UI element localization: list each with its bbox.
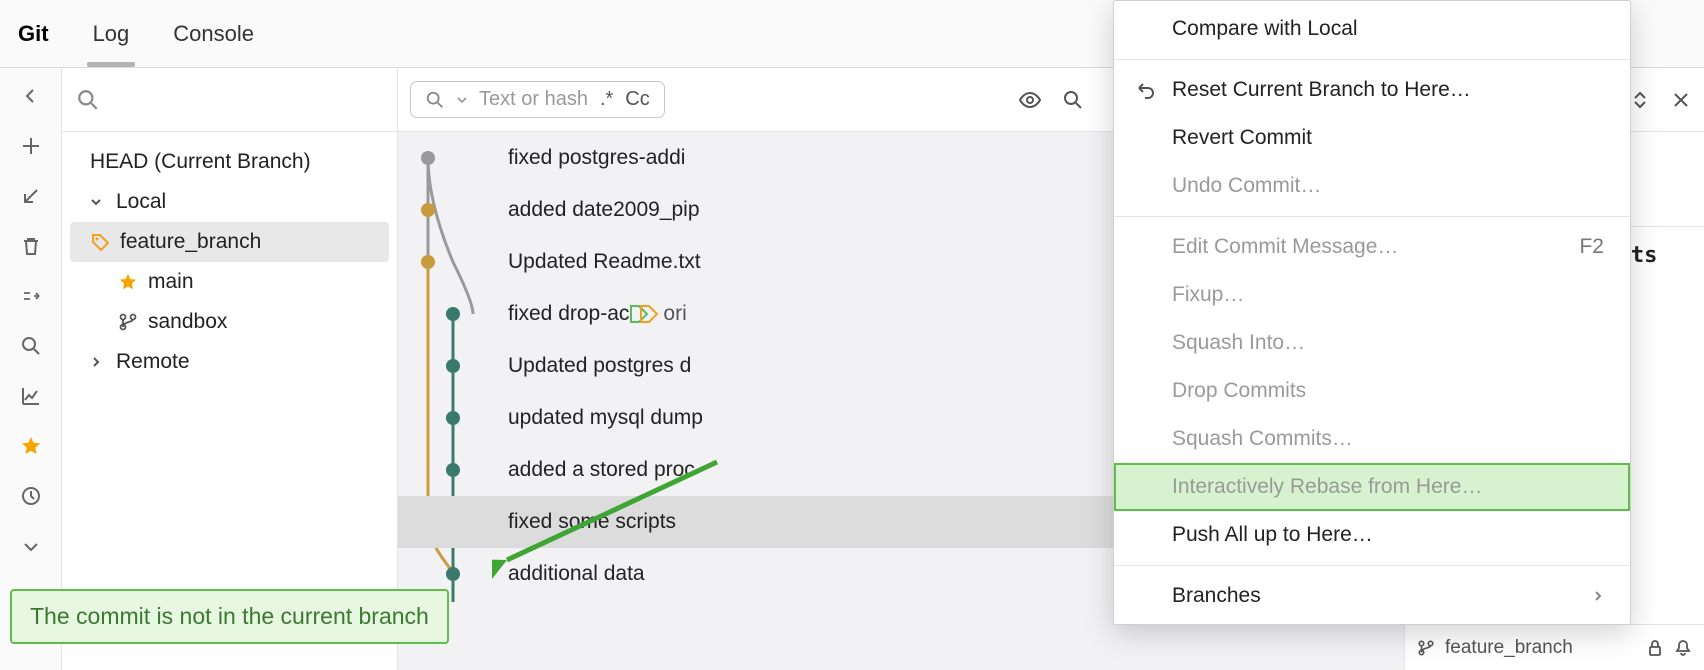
ref-tag-label: ori (663, 302, 686, 326)
commit-message: fixed drop-ac (508, 302, 629, 326)
branch-icon (118, 312, 138, 332)
menu-compare-local[interactable]: Compare with Local (1114, 5, 1630, 53)
trash-icon[interactable] (17, 232, 45, 260)
menu-separator (1114, 59, 1630, 60)
commit-message: fixed postgres-addi (508, 146, 685, 170)
menu-fixup: Fixup… (1114, 271, 1630, 319)
commit-context-menu: Compare with Local Reset Current Branch … (1113, 0, 1631, 625)
tab-log[interactable]: Log (93, 21, 130, 47)
tooltip-callout: The commit is not in the current branch (10, 589, 449, 644)
menu-shortcut: F2 (1579, 235, 1604, 259)
bell-icon[interactable] (1674, 639, 1692, 657)
branch-main[interactable]: main (62, 262, 397, 302)
menu-separator (1114, 216, 1630, 217)
commit-message: Updated Readme.txt (508, 250, 701, 274)
commit-message: added date2009_pip (508, 198, 700, 222)
case-toggle[interactable]: Cc (625, 88, 649, 111)
commit-message: fixed some scripts (508, 510, 676, 534)
branch-name: sandbox (148, 310, 227, 334)
tab-git[interactable]: Git (18, 21, 49, 47)
lock-icon[interactable] (1646, 639, 1664, 657)
chevron-down-icon (457, 95, 467, 105)
back-icon[interactable] (17, 82, 45, 110)
menu-branches-submenu[interactable]: Branches (1114, 572, 1630, 620)
branch-sandbox[interactable]: sandbox (62, 302, 397, 342)
branch-feature[interactable]: feature_branch (70, 222, 389, 262)
search-icon[interactable] (17, 332, 45, 360)
plus-icon[interactable] (17, 132, 45, 160)
clock-icon[interactable] (17, 482, 45, 510)
arrow-down-left-icon[interactable] (17, 182, 45, 210)
branches-local-group[interactable]: Local (62, 182, 397, 222)
filter-input[interactable]: Text or hash .* Cc (410, 81, 665, 118)
star-icon (118, 272, 138, 292)
branch-icon (1417, 639, 1435, 657)
tag-icon (90, 232, 110, 252)
chevron-right-icon (1592, 590, 1604, 602)
branch-name: feature_branch (120, 230, 261, 254)
commit-message: Updated postgres d (508, 354, 691, 378)
head-label: HEAD (Current Branch) (90, 150, 311, 174)
ref-tag-icon: ori (629, 302, 686, 326)
chevron-right-icon (90, 356, 106, 368)
eye-icon[interactable] (1018, 88, 1042, 112)
arrow-right-small-icon[interactable] (17, 282, 45, 310)
expand-all-icon[interactable] (1630, 90, 1650, 110)
menu-undo-commit: Undo Commit… (1114, 162, 1630, 210)
branches-head[interactable]: HEAD (Current Branch) (62, 142, 397, 182)
left-icon-rail (0, 68, 62, 670)
commit-message: added a stored proc (508, 458, 695, 482)
details-footer: feature_branch (1405, 624, 1704, 670)
menu-reset-branch[interactable]: Reset Current Branch to Here… (1114, 66, 1630, 114)
commits-panel: Text or hash .* Cc (398, 68, 1404, 670)
menu-drop-commits: Drop Commits (1114, 367, 1630, 415)
tab-console[interactable]: Console (173, 21, 254, 47)
more-icon[interactable] (17, 532, 45, 560)
close-icon[interactable] (1672, 91, 1690, 109)
chevron-down-icon (90, 196, 106, 208)
local-label: Local (116, 190, 166, 214)
undo-icon (1134, 79, 1156, 101)
commit-toolbar-icons (1018, 68, 1084, 132)
callout-text: The commit is not in the current branch (30, 603, 429, 629)
menu-separator (1114, 565, 1630, 566)
search-icon[interactable] (1062, 89, 1084, 111)
branches-search[interactable] (62, 68, 397, 132)
menu-squash-into: Squash Into… (1114, 319, 1630, 367)
footer-branch-name[interactable]: feature_branch (1445, 637, 1573, 659)
branches-panel: HEAD (Current Branch) Local feature_bran… (62, 68, 398, 670)
menu-push-up-to-here[interactable]: Push All up to Here… (1114, 511, 1630, 559)
remote-label: Remote (116, 350, 190, 374)
graph-up-icon[interactable] (17, 382, 45, 410)
menu-interactive-rebase: Interactively Rebase from Here… (1114, 463, 1630, 511)
regex-toggle[interactable]: .* (600, 88, 613, 111)
favorite-star-icon[interactable] (17, 432, 45, 460)
commit-message: updated mysql dump (508, 406, 703, 430)
menu-revert-commit[interactable]: Revert Commit (1114, 114, 1630, 162)
branch-name: main (148, 270, 194, 294)
menu-squash-commits: Squash Commits… (1114, 415, 1630, 463)
search-icon (425, 90, 445, 110)
menu-edit-message: Edit Commit Message… F2 (1114, 223, 1630, 271)
filter-placeholder: Text or hash (479, 88, 588, 111)
branches-remote-group[interactable]: Remote (62, 342, 397, 382)
commit-message: additional data (508, 562, 645, 586)
